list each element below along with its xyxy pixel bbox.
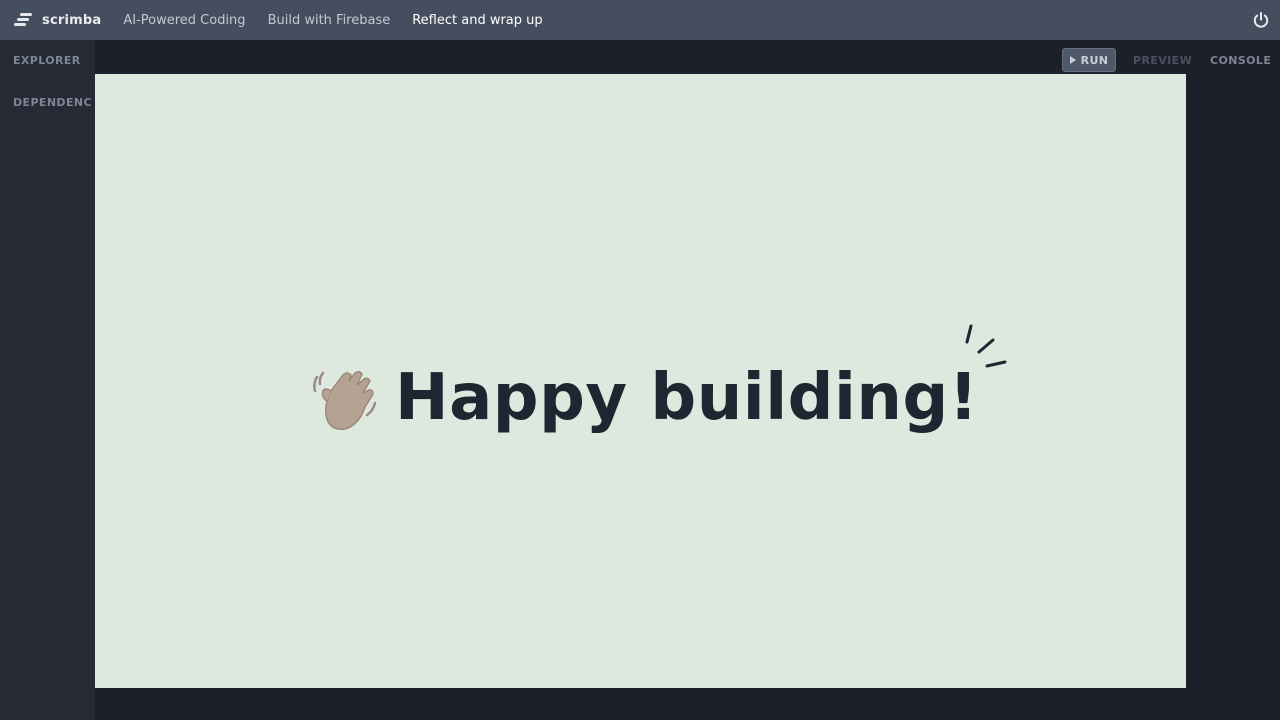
logo-text: scrimba (42, 12, 102, 28)
headline: Happy building! (307, 358, 978, 438)
explorer-tab[interactable]: EXPLORER (13, 54, 81, 67)
nav-link-reflect-and-wrap-up[interactable]: Reflect and wrap up (412, 13, 542, 28)
sidebar: EXPLORER DEPENDENCIES (0, 40, 95, 720)
run-button-label: RUN (1080, 53, 1109, 67)
run-button[interactable]: RUN (1062, 48, 1116, 72)
tab-console[interactable]: CONSOLE (1210, 54, 1271, 67)
preview-toolbar: RUN PREVIEW CONSOLE (1046, 46, 1280, 74)
slide-preview: Happy building! (95, 74, 1186, 688)
nav-link-ai-powered-coding[interactable]: AI-Powered Coding (123, 13, 245, 28)
dependencies-tab[interactable]: DEPENDENCIES (13, 96, 93, 109)
tab-preview[interactable]: PREVIEW (1133, 54, 1192, 67)
scrimba-logo[interactable]: scrimba (14, 0, 101, 40)
scrimba-logo-icon (14, 12, 34, 28)
nav-link-build-with-firebase[interactable]: Build with Firebase (268, 13, 391, 28)
power-icon[interactable] (1252, 11, 1270, 29)
sparkle-lines-icon (965, 324, 1007, 368)
play-icon (1069, 56, 1076, 64)
waving-hand-icon (313, 370, 377, 431)
headline-text: Happy building! (395, 361, 979, 435)
top-navigation-bar: scrimba AI-Powered Coding Build with Fir… (0, 0, 1280, 40)
